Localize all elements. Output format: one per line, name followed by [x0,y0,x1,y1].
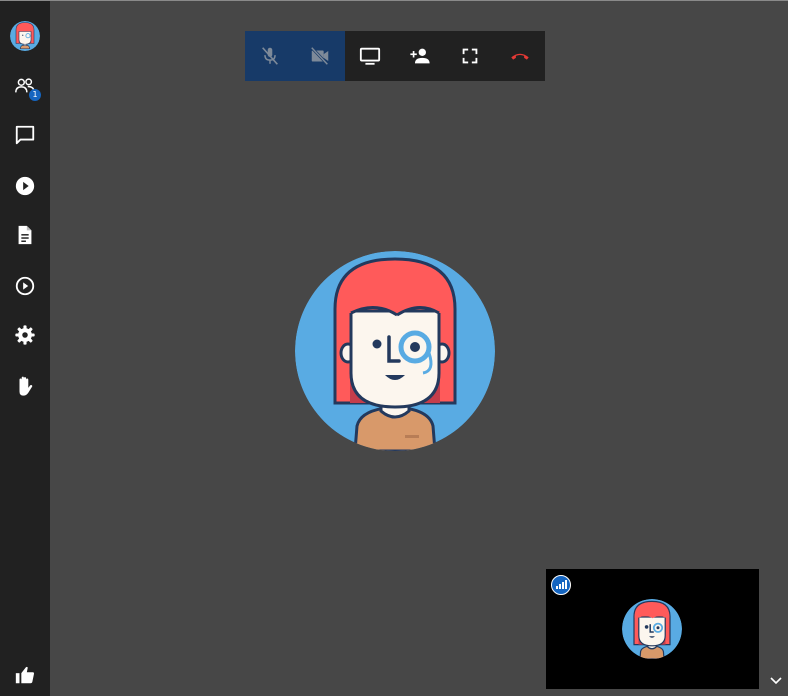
top-border [0,0,788,1]
sidebar: 1 [0,1,50,696]
toggle-filmstrip-button[interactable] [768,674,784,688]
raise-hand-button[interactable] [0,366,50,406]
mic-off-icon [262,47,278,65]
participants-count-badge: 1 [29,89,41,101]
participants-button[interactable]: 1 [0,66,50,106]
hand-icon [19,376,33,396]
thumbs-up-icon [15,666,35,684]
avatar-illustration [295,251,495,451]
avatar-image [10,21,40,51]
gear-icon [15,325,35,345]
feedback-button[interactable] [0,655,50,695]
camera-toggle-button[interactable] [295,31,345,81]
videocam-off-icon [310,46,329,66]
person-add-icon [410,48,430,64]
signal-bar [561,582,564,589]
microphone-toggle-button[interactable] [245,31,295,81]
meeting-window: 1 [0,0,788,696]
monitor-icon [359,47,381,65]
local-video-thumbnail[interactable] [546,569,759,689]
participant-avatar [295,251,495,451]
invite-button[interactable] [395,31,445,81]
user-avatar[interactable] [10,21,40,51]
call-toolbar [245,31,545,81]
hangup-button[interactable] [495,31,545,81]
phone-hangup-icon [511,53,529,60]
document-icon [18,225,32,245]
play-circle-outline-icon [15,276,35,296]
signal-bar [558,584,561,589]
youtube-button[interactable] [0,166,50,206]
screen-share-button[interactable] [345,31,395,81]
avatar-illustration [622,599,682,659]
fullscreen-button[interactable] [445,31,495,81]
signal-bar [564,580,567,589]
chat-icon [15,125,35,145]
connection-indicator-icon[interactable] [551,575,571,595]
settings-button[interactable] [0,315,50,355]
shared-document-button[interactable] [0,215,50,255]
play-circle-filled-icon [15,176,35,196]
fullscreen-icon [462,48,478,64]
signal-bar [555,586,558,589]
chat-button[interactable] [0,115,50,155]
recording-button[interactable] [0,266,50,306]
local-avatar [622,599,682,659]
chevron-down-icon [770,677,782,685]
